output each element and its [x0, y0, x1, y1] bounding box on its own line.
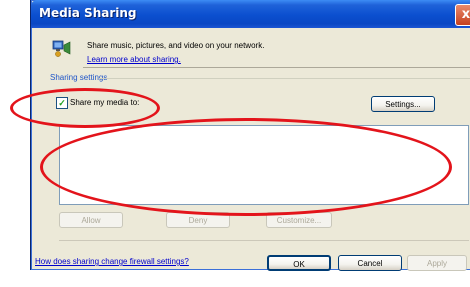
- media-sharing-icon: [52, 40, 71, 57]
- firewall-settings-link[interactable]: How does sharing change firewall setting…: [35, 257, 189, 266]
- device-list[interactable]: [59, 125, 469, 205]
- screenshot-stage: Media Sharing x Share music, pictures, a…: [0, 0, 470, 287]
- sharing-description: Share music, pictures, and video on your…: [87, 41, 265, 50]
- footer-divider: [59, 240, 469, 241]
- window-title: Media Sharing: [39, 6, 137, 20]
- header-divider: [83, 67, 470, 68]
- ok-button[interactable]: OK: [267, 255, 331, 271]
- cancel-button[interactable]: Cancel: [338, 255, 402, 271]
- title-bar: Media Sharing x: [31, 0, 470, 28]
- customize-button[interactable]: Customize...: [266, 212, 332, 228]
- learn-more-link[interactable]: Learn more about sharing.: [87, 55, 181, 64]
- sharing-settings-divider: [99, 78, 470, 79]
- allow-button[interactable]: Allow: [59, 212, 123, 228]
- deny-button[interactable]: Deny: [166, 212, 230, 228]
- share-media-checkbox[interactable]: ✓: [56, 97, 68, 109]
- settings-button[interactable]: Settings...: [371, 96, 435, 112]
- share-media-label[interactable]: Share my media to:: [70, 98, 139, 107]
- media-sharing-dialog: Media Sharing x Share music, pictures, a…: [30, 0, 470, 271]
- apply-button[interactable]: Apply: [407, 255, 467, 271]
- close-button[interactable]: x: [455, 4, 470, 26]
